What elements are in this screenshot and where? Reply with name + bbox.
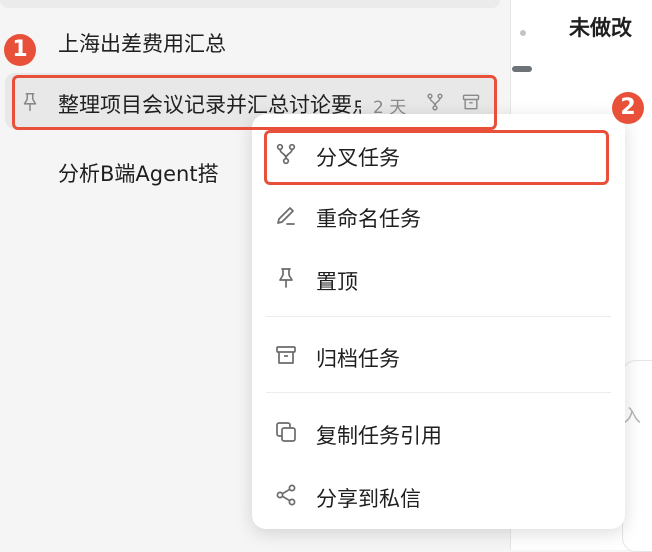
menu-divider (266, 392, 611, 393)
menu-item-label: 分享到私信 (316, 487, 421, 511)
menu-item-copy-reference[interactable]: 复制任务引用 (252, 407, 625, 457)
menu-item-archive-task[interactable]: 归档任务 (252, 330, 625, 380)
archive-icon (274, 343, 298, 367)
menu-item-label: 归档任务 (316, 347, 400, 371)
highlight-box-task (12, 75, 497, 130)
menu-item-share-dm[interactable]: 分享到私信 (252, 470, 625, 520)
task-label: 分析B端Agent搭 (58, 162, 219, 186)
menu-item-rename-task[interactable]: 重命名任务 (252, 190, 625, 240)
step-marker-2: 2 (612, 92, 644, 124)
sidebar-top-item[interactable] (0, 0, 500, 8)
menu-item-label: 置顶 (316, 270, 358, 294)
highlight-box-fork (264, 130, 609, 185)
conversation-title: 未做改 (569, 16, 632, 40)
menu-item-label: 重命名任务 (316, 207, 421, 231)
menu-divider (266, 316, 611, 317)
menu-item-pin-task[interactable]: 置顶 (252, 253, 625, 303)
copy-icon (274, 420, 298, 444)
scroll-indicator[interactable] (512, 66, 532, 72)
menu-item-label: 复制任务引用 (316, 424, 442, 448)
share-icon (274, 483, 298, 507)
message-input[interactable] (622, 360, 652, 552)
task-item[interactable]: 上海出差费用汇总 (58, 28, 226, 58)
pin-icon (274, 266, 298, 290)
task-label: 上海出差费用汇总 (58, 32, 226, 56)
step-marker-1: 1 (4, 34, 36, 66)
task-item[interactable]: 分析B端Agent搭 (58, 158, 219, 188)
status-dot (520, 30, 526, 36)
pencil-icon (274, 203, 298, 227)
input-placeholder: 入 (623, 406, 641, 427)
